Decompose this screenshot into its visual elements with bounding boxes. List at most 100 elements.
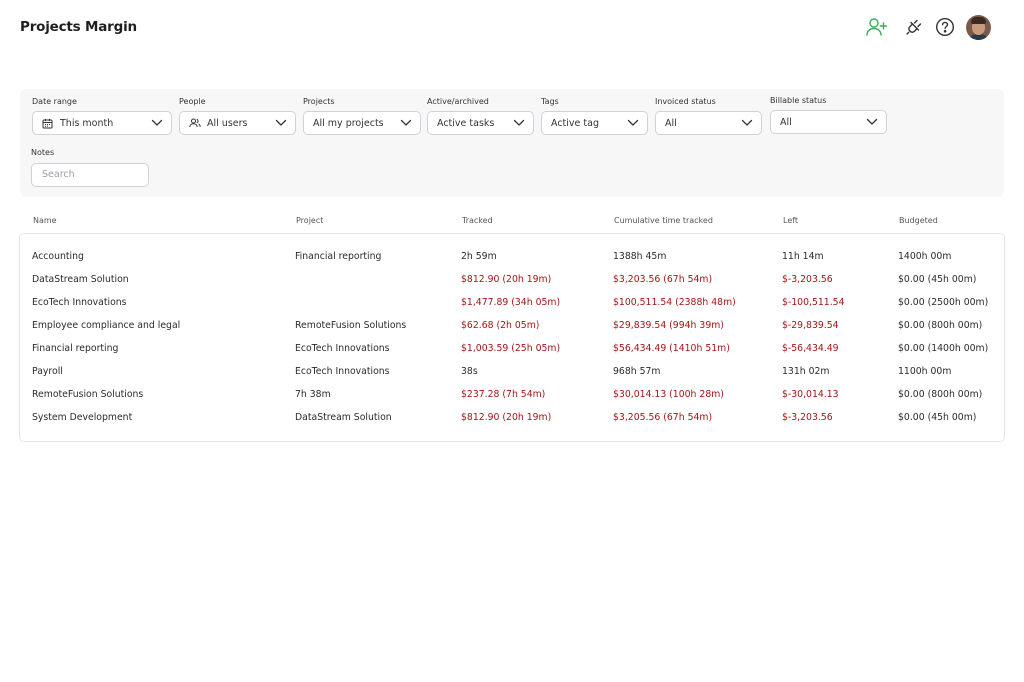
row-budgeted: $0.00 (800h 00m) (898, 320, 983, 331)
table-row[interactable]: DataStream Solution $812.90 (20h 19m) $3… (20, 270, 1004, 290)
table-header: Name Project Tracked Cumulative time tra… (20, 216, 1004, 230)
row-budgeted: $0.00 (45h 00m) (898, 274, 977, 285)
people-select[interactable]: All users (179, 111, 296, 135)
billable-status-select[interactable]: All (770, 110, 887, 134)
row-left: 11h 14m (782, 251, 824, 262)
row-left: 131h 02m (782, 366, 830, 377)
invoiced-status-filter: Invoiced status All (655, 97, 762, 135)
row-left: $-56,434.49 (782, 343, 839, 354)
people-label: People (179, 97, 206, 106)
row-project: EcoTech Innovations (295, 366, 390, 377)
table-row[interactable]: Financial reporting EcoTech Innovations … (20, 339, 1004, 359)
add-user-icon[interactable] (864, 14, 890, 40)
col-header-cumulative[interactable]: Cumulative time tracked (614, 216, 713, 225)
row-left: $-29,839.54 (782, 320, 839, 331)
row-tracked: $812.90 (20h 19m) (461, 412, 552, 423)
chevron-down-icon (400, 119, 412, 126)
row-budgeted: 1100h 00m (898, 366, 952, 377)
row-cumulative: 1388h 45m (613, 251, 667, 262)
billable-status-filter: Billable status All (770, 96, 887, 134)
row-left: $-100,511.54 (782, 297, 845, 308)
billable-status-value: All (780, 116, 792, 128)
people-value: All users (207, 117, 248, 129)
tags-filter: Tags Active tag (541, 97, 648, 135)
col-header-left[interactable]: Left (783, 216, 798, 225)
row-cumulative: 968h 57m (613, 366, 661, 377)
active-archived-label: Active/archived (427, 97, 489, 106)
row-tracked: $812.90 (20h 19m) (461, 274, 552, 285)
projects-filter: Projects All my projects (303, 97, 421, 135)
chevron-down-icon (275, 119, 287, 126)
row-tracked: $62.68 (2h 05m) (461, 320, 540, 331)
row-budgeted: 1400h 00m (898, 251, 952, 262)
row-tracked: $237.28 (7h 54m) (461, 389, 546, 400)
tags-value: Active tag (551, 117, 599, 129)
projects-label: Projects (303, 97, 335, 106)
row-cumulative: $30,014.13 (100h 28m) (613, 389, 724, 400)
row-project: Financial reporting (295, 251, 382, 262)
row-name: Accounting (32, 251, 84, 262)
row-name: Payroll (32, 366, 63, 377)
row-tracked: $1,477.89 (34h 05m) (461, 297, 561, 308)
table-row[interactable]: Payroll EcoTech Innovations 38s 968h 57m… (20, 362, 1004, 382)
row-tracked: $1,003.59 (25h 05m) (461, 343, 561, 354)
chevron-down-icon (741, 119, 753, 126)
chevron-down-icon (151, 119, 163, 126)
row-name: DataStream Solution (32, 274, 129, 285)
row-left: $-3,203.56 (782, 274, 833, 285)
notes-search-input[interactable] (31, 162, 149, 187)
projects-select[interactable]: All my projects (303, 111, 421, 135)
table-row[interactable]: Employee compliance and legal RemoteFusi… (20, 316, 1004, 336)
invoiced-status-select[interactable]: All (655, 111, 762, 135)
row-left: $-30,014.13 (782, 389, 839, 400)
users-icon (189, 118, 202, 128)
chevron-down-icon (866, 118, 878, 125)
row-name: RemoteFusion Solutions (32, 389, 144, 400)
col-header-tracked[interactable]: Tracked (462, 216, 493, 225)
table-row[interactable]: RemoteFusion Solutions 7h 38m $237.28 (7… (20, 385, 1004, 405)
notes-label: Notes (31, 148, 55, 157)
active-archived-value: Active tasks (437, 117, 495, 129)
table-row[interactable]: Accounting Financial reporting 2h 59m 13… (20, 247, 1004, 267)
row-budgeted: $0.00 (2500h 00m) (898, 297, 989, 308)
projects-value: All my projects (313, 117, 384, 129)
row-budgeted: $0.00 (800h 00m) (898, 389, 983, 400)
row-name: Employee compliance and legal (32, 320, 181, 331)
active-archived-select[interactable]: Active tasks (427, 111, 534, 135)
col-header-project[interactable]: Project (296, 216, 323, 225)
row-cumulative: $56,434.49 (1410h 51m) (613, 343, 730, 354)
col-header-budgeted[interactable]: Budgeted (899, 216, 938, 225)
row-name: EcoTech Innovations (32, 297, 127, 308)
row-project: EcoTech Innovations (295, 343, 390, 354)
row-budgeted: $0.00 (1400h 00m) (898, 343, 989, 354)
billable-status-label: Billable status (770, 96, 827, 105)
date-range-label: Date range (32, 97, 77, 106)
people-filter: People All users (179, 97, 296, 135)
invoiced-status-value: All (665, 117, 677, 129)
row-left: $-3,203.56 (782, 412, 833, 423)
tags-select[interactable]: Active tag (541, 111, 648, 135)
notes-filter: Notes (31, 148, 149, 187)
row-project: 7h 38m (295, 389, 331, 400)
row-cumulative: $3,203.56 (67h 54m) (613, 274, 713, 285)
avatar[interactable] (966, 14, 991, 40)
invoiced-status-label: Invoiced status (655, 97, 716, 106)
calendar-icon (42, 118, 55, 129)
row-cumulative: $3,205.56 (67h 54m) (613, 412, 713, 423)
date-range-select[interactable]: This month (32, 111, 172, 135)
date-range-value: This month (60, 117, 114, 129)
active-archived-filter: Active/archived Active tasks (427, 97, 534, 135)
table-row[interactable]: EcoTech Innovations $1,477.89 (34h 05m) … (20, 293, 1004, 313)
row-tracked: 38s (461, 366, 478, 377)
col-header-name[interactable]: Name (33, 216, 57, 225)
date-range-filter: Date range This month (32, 97, 172, 135)
tags-label: Tags (541, 97, 559, 106)
row-budgeted: $0.00 (45h 00m) (898, 412, 977, 423)
row-cumulative: $100,511.54 (2388h 48m) (613, 297, 736, 308)
plug-icon[interactable] (901, 14, 927, 40)
filter-panel: Date range This month People All users P… (20, 89, 1004, 197)
row-project: DataStream Solution (295, 412, 392, 423)
help-icon[interactable] (932, 14, 958, 40)
row-name: Financial reporting (32, 343, 119, 354)
table-row[interactable]: System Development DataStream Solution $… (20, 408, 1004, 428)
